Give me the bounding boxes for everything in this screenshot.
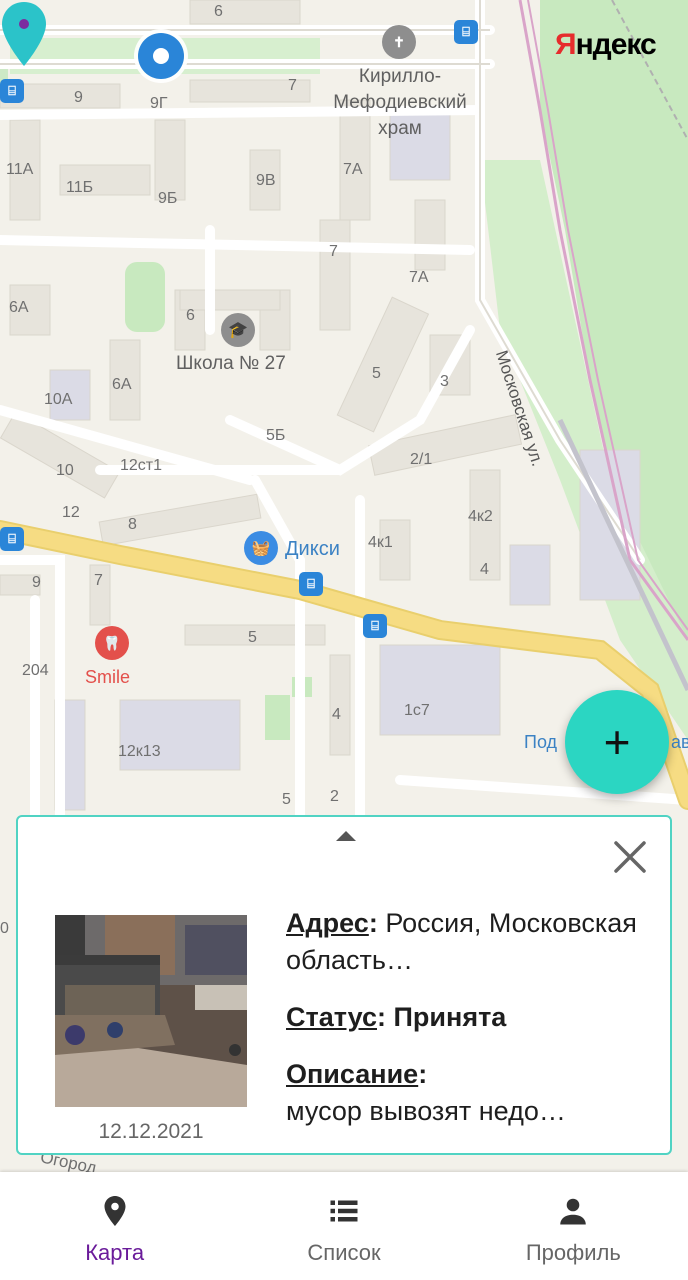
nav-item-label: Список (307, 1240, 381, 1265)
add-report-button[interactable]: + (565, 690, 669, 794)
map-label: 7 (329, 243, 338, 260)
report-details: Адрес: Россия, Московская область… Стату… (286, 905, 646, 1150)
photo-date: 12.12.2021 (98, 1120, 204, 1143)
map-label: 7А (409, 269, 429, 286)
nav-item-map[interactable]: Карта (0, 1172, 229, 1280)
map-pin-icon (104, 1196, 126, 1226)
map-label: 3 (440, 373, 449, 390)
report-info-card[interactable]: 12.12.2021 Адрес: Россия, Московская обл… (16, 815, 672, 1155)
map-label: 5 (282, 791, 291, 808)
nav-item-profile[interactable]: Профиль (459, 1172, 688, 1280)
map-label: 5 (372, 365, 381, 382)
map-label: 8 (128, 516, 137, 533)
map-label: 9 (74, 89, 83, 106)
status-value: Принята (393, 1002, 507, 1032)
map-label: 12к13 (118, 743, 161, 760)
map-label: 9 (32, 574, 41, 591)
poi-cut-label-right[interactable]: ав (671, 733, 688, 751)
bus-stop-icon[interactable]: ⌸ (363, 614, 387, 638)
plus-icon: + (603, 716, 631, 768)
address-label: Адрес (286, 908, 369, 938)
close-icon[interactable] (612, 839, 648, 875)
poi-church-label[interactable]: Кирилло- Мефодиевский храм (320, 64, 480, 142)
map-label: 5 (248, 629, 257, 646)
map-label: 4к1 (368, 534, 393, 551)
map-label: 1с7 (404, 702, 430, 719)
map-label: 10 (56, 462, 74, 479)
shopping-basket-icon[interactable]: 🧺 (244, 531, 278, 565)
map-label: 12 (62, 504, 80, 521)
map-label: 204 (22, 662, 49, 679)
map-label: 2/1 (410, 451, 433, 468)
bus-stop-icon[interactable]: ⌸ (299, 572, 323, 596)
status-label: Статус (286, 1002, 377, 1032)
poi-cut-label[interactable]: Под (524, 733, 557, 751)
map-label: 4к2 (468, 508, 493, 525)
map-label: 2 (330, 788, 339, 805)
description-value: мусор вывозят недо… (286, 1096, 566, 1126)
map-label: 5Б (266, 427, 286, 444)
yandex-logo: Яндекс (555, 28, 657, 61)
bus-stop-icon[interactable]: ⌸ (0, 79, 24, 103)
nav-item-list[interactable]: Список (229, 1172, 458, 1280)
bottom-navigation: Карта Список Профиль (0, 1172, 688, 1280)
bus-stop-icon[interactable]: ⌸ (454, 20, 478, 44)
map-label: 12ст1 (120, 457, 163, 474)
map-label: 6А (112, 376, 132, 393)
description-label: Описание (286, 1059, 419, 1089)
nav-item-label: Профиль (525, 1240, 621, 1265)
church-icon[interactable]: ✝ (382, 25, 416, 59)
report-photo[interactable] (55, 915, 247, 1107)
map-label: 4 (332, 706, 341, 723)
bus-stop-icon[interactable]: ⌸ (0, 527, 24, 551)
list-icon (330, 1200, 358, 1222)
map-label: 7 (94, 572, 103, 589)
tooth-icon[interactable]: 🦷 (95, 626, 129, 660)
chevron-up-icon[interactable] (336, 831, 356, 841)
map-label: 9В (256, 172, 276, 189)
person-icon (560, 1198, 587, 1225)
poi-dental-label[interactable]: Smile (85, 668, 130, 686)
map-label: 6А (9, 299, 29, 316)
poi-shop-label[interactable]: Дикси (285, 539, 340, 559)
map-label: 6 (214, 3, 223, 20)
map-label: 10А (44, 391, 73, 408)
my-location-icon[interactable] (138, 33, 184, 79)
map-label: 9Г (150, 95, 168, 112)
map-label: 0 (0, 920, 9, 937)
map-label: 11А (6, 161, 34, 178)
map-label: 6 (186, 307, 195, 324)
map-label: 11Б (66, 179, 94, 196)
poi-school-label[interactable]: Школа № 27 (176, 354, 286, 373)
map-label: 9Б (158, 190, 178, 207)
school-icon[interactable]: 🎓 (221, 313, 255, 347)
map-label: 7 (288, 77, 297, 94)
nav-item-label: Карта (85, 1240, 145, 1265)
map-label: 4 (480, 561, 489, 578)
map-label: 7А (343, 161, 363, 178)
map-pin-marker-icon[interactable] (0, 0, 48, 68)
